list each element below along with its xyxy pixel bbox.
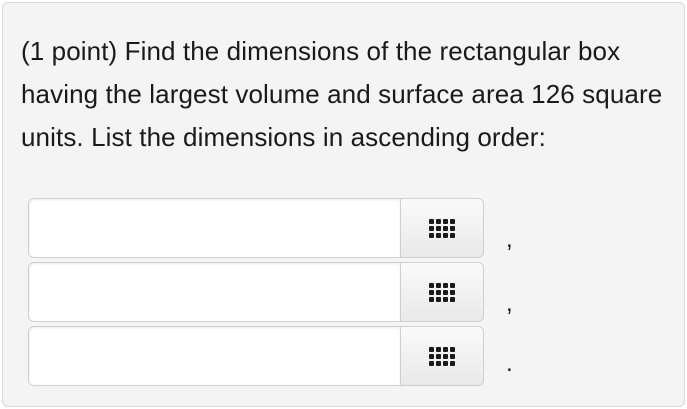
answer-row-1: , bbox=[28, 198, 513, 260]
keypad-button-2[interactable] bbox=[400, 262, 484, 322]
answer-row-3: . bbox=[28, 326, 513, 388]
answer-input-1[interactable] bbox=[28, 198, 400, 258]
separator-comma: , bbox=[506, 226, 513, 253]
keypad-icon bbox=[429, 218, 455, 238]
keypad-icon bbox=[429, 282, 455, 302]
answer-input-2[interactable] bbox=[28, 262, 400, 322]
answer-row-2: , bbox=[28, 262, 513, 324]
separator-comma: , bbox=[506, 290, 513, 317]
question-text: (1 point) Find the dimensions of the rec… bbox=[21, 36, 663, 152]
keypad-button-1[interactable] bbox=[400, 198, 484, 258]
keypad-button-3[interactable] bbox=[400, 326, 484, 386]
keypad-icon bbox=[429, 346, 455, 366]
answer-input-3[interactable] bbox=[28, 326, 400, 386]
separator-period: . bbox=[506, 350, 513, 377]
problem-box: (1 point) Find the dimensions of the rec… bbox=[2, 2, 685, 407]
